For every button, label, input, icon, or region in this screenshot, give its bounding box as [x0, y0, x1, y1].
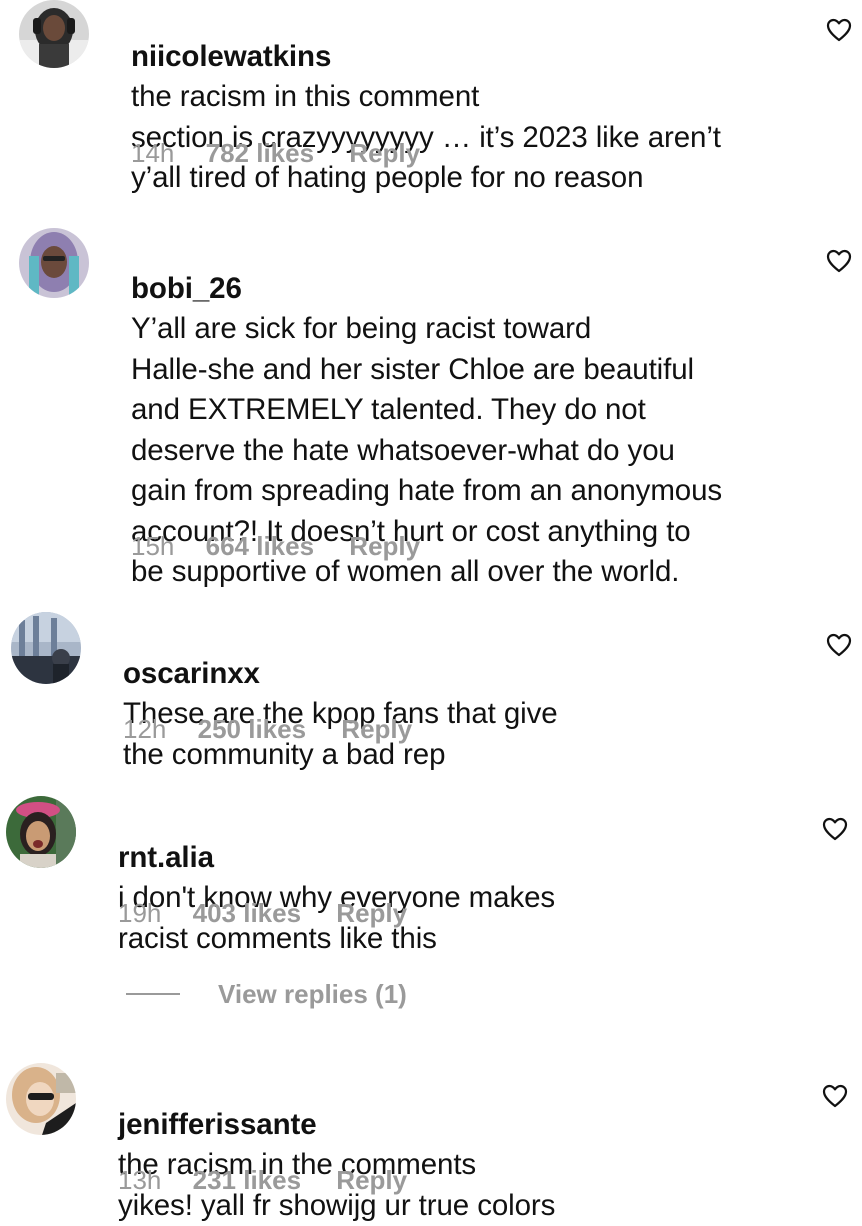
avatar[interactable] [19, 0, 89, 68]
comment-likes[interactable]: 782 likes [206, 138, 314, 169]
comment-time: 15h [131, 531, 175, 561]
comment-likes[interactable]: 664 likes [206, 531, 314, 562]
avatar-image-icon [6, 1063, 76, 1135]
comment-likes[interactable]: 403 likes [193, 898, 301, 929]
avatar-image-icon [19, 228, 89, 298]
replies-divider [126, 993, 180, 995]
comment-time: 19h [118, 898, 162, 928]
avatar-image-icon [11, 612, 81, 684]
view-replies-button[interactable]: View replies (1) [126, 976, 407, 1012]
comment-likes[interactable]: 231 likes [193, 1165, 301, 1196]
comment-username[interactable]: rnt.alia [118, 841, 214, 874]
comment-text: oscarinxx These are the kpop fans that g… [123, 613, 803, 775]
comment-username[interactable]: bobi_26 [131, 272, 242, 305]
reply-button[interactable]: Reply [336, 898, 407, 929]
avatar-image-icon [19, 0, 89, 68]
like-heart-icon[interactable] [826, 633, 852, 657]
like-heart-icon[interactable] [826, 18, 852, 42]
like-heart-icon[interactable] [826, 249, 852, 273]
reply-button[interactable]: Reply [341, 714, 412, 745]
comment-username[interactable]: niicolewatkins [131, 40, 331, 73]
like-heart-icon[interactable] [822, 817, 848, 841]
comment-likes[interactable]: 250 likes [198, 714, 306, 745]
comment-meta: 15h 664 likes Reply [131, 531, 420, 562]
avatar[interactable] [6, 796, 76, 868]
comment-text: jenifferissante the racism in the commen… [118, 1064, 798, 1226]
comment-time: 12h [123, 714, 167, 744]
comment-text: rnt.alia i don't know why everyone makes… [118, 797, 798, 959]
reply-button[interactable]: Reply [336, 1165, 407, 1196]
avatar[interactable] [11, 612, 81, 684]
comment-body: the racism in this comment section is cr… [131, 80, 721, 194]
comment-meta: 19h 403 likes Reply [118, 898, 407, 929]
comment-meta: 12h 250 likes Reply [123, 714, 412, 745]
comment-username[interactable]: jenifferissante [118, 1108, 317, 1141]
avatar[interactable] [6, 1063, 76, 1135]
reply-button[interactable]: Reply [349, 531, 420, 562]
comment-time: 14h [131, 138, 175, 168]
reply-button[interactable]: Reply [349, 138, 420, 169]
avatar[interactable] [19, 228, 89, 298]
comment-meta: 13h 231 likes Reply [118, 1165, 407, 1196]
comment-meta: 14h 782 likes Reply [131, 138, 420, 169]
comment-username[interactable]: oscarinxx [123, 657, 260, 690]
comment-time: 13h [118, 1165, 162, 1195]
avatar-image-icon [6, 796, 76, 868]
view-replies-label[interactable]: View replies (1) [218, 979, 407, 1010]
like-heart-icon[interactable] [822, 1084, 848, 1108]
